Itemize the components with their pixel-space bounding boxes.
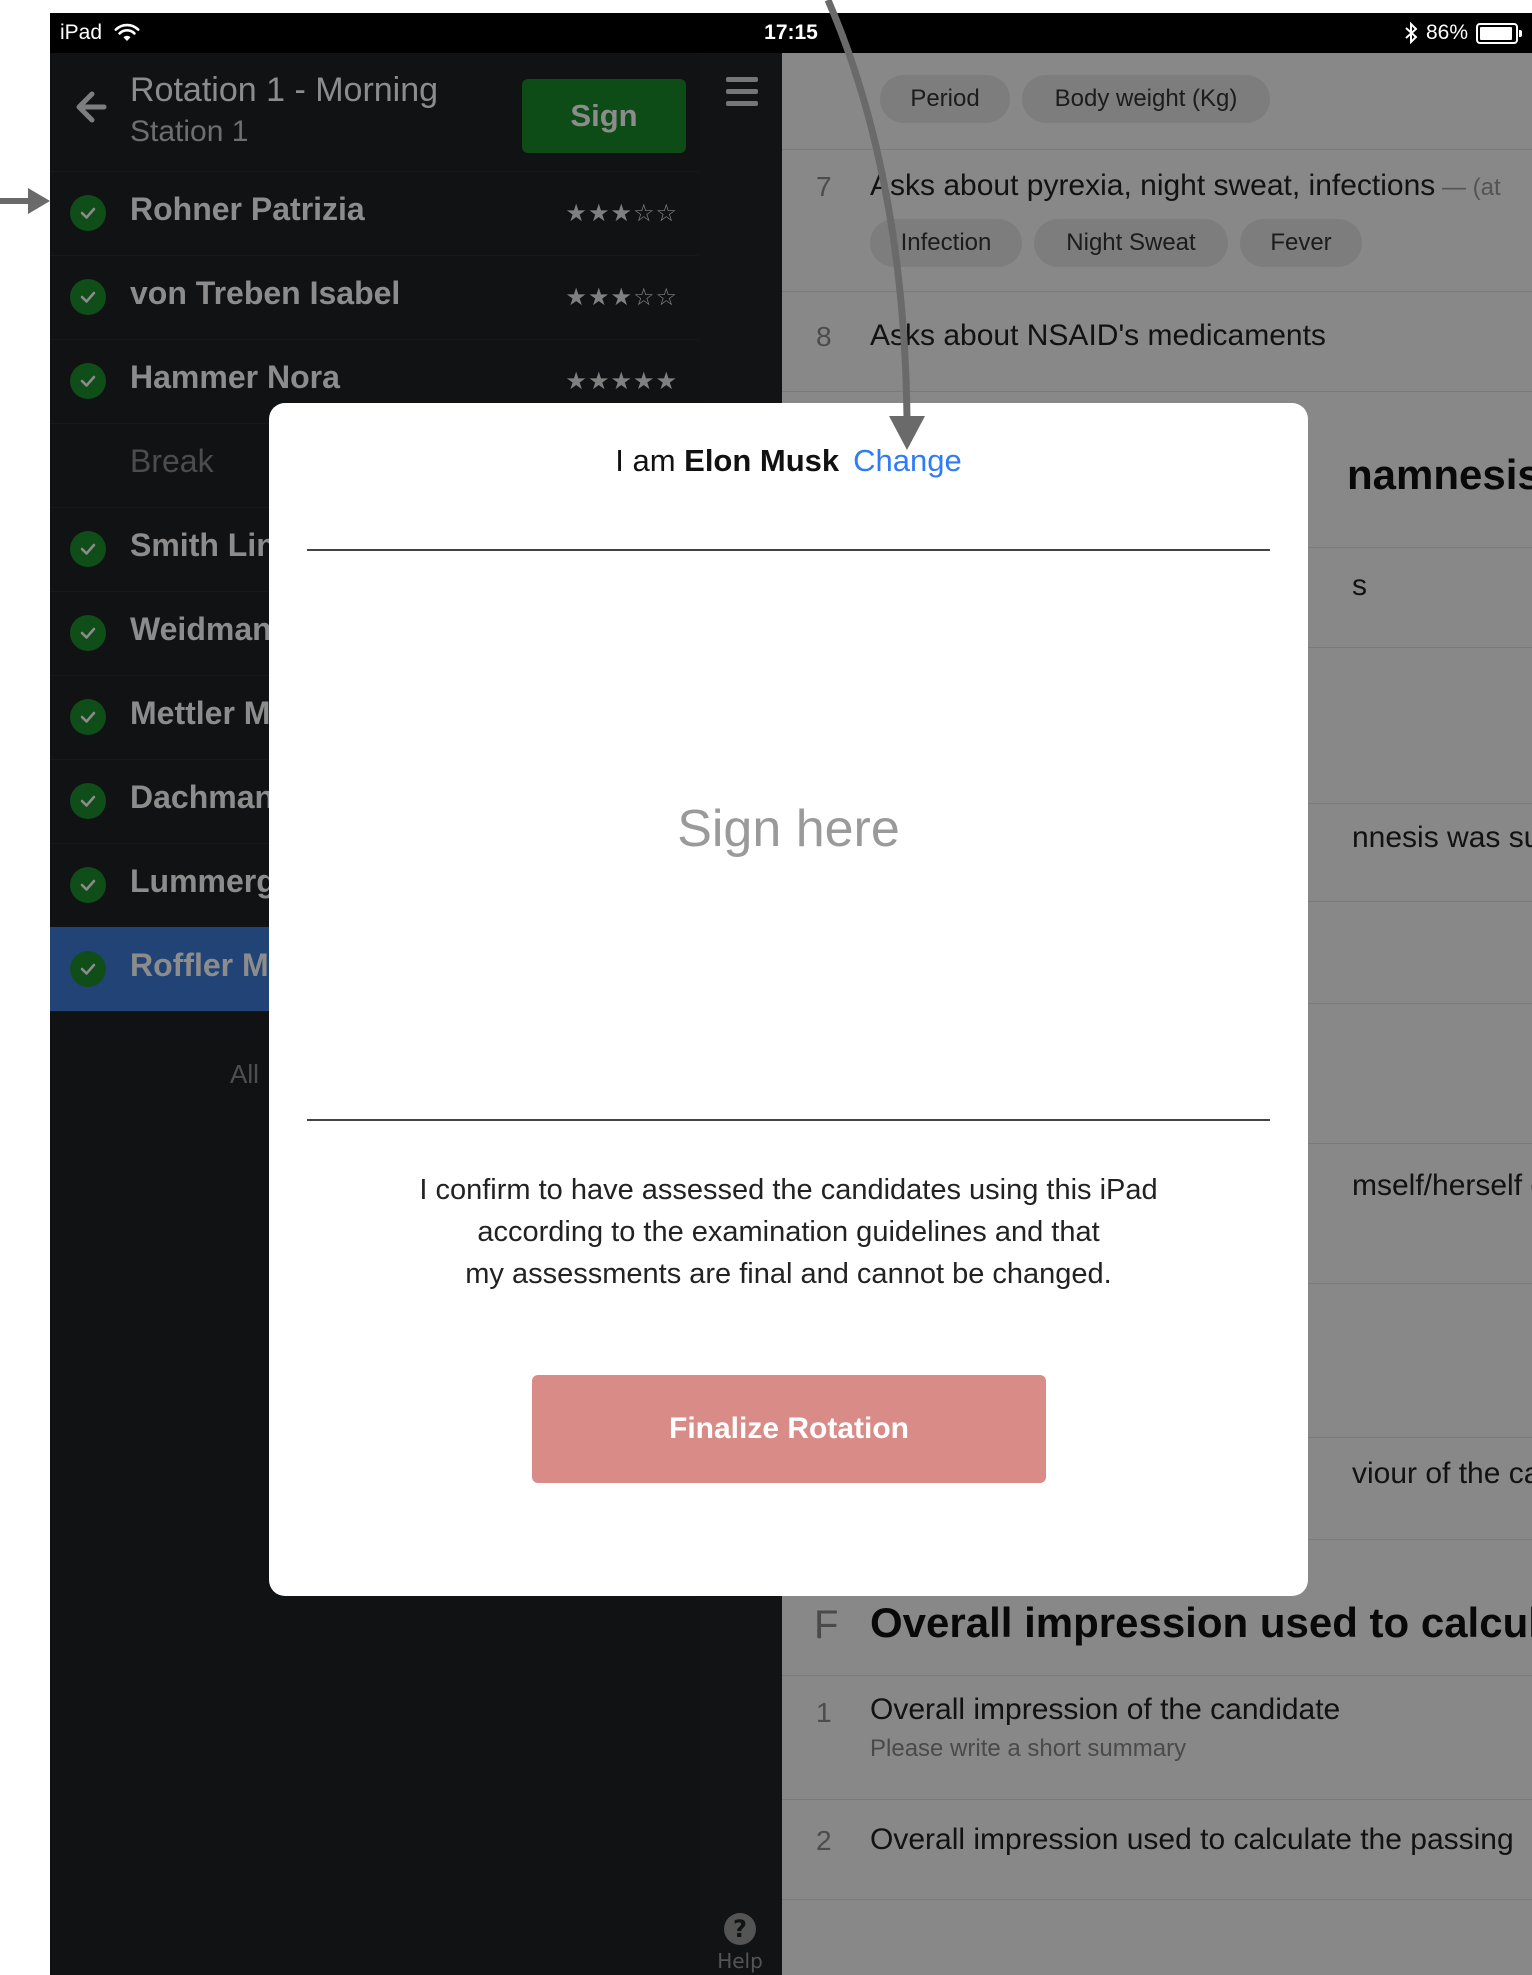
divider (307, 1119, 1270, 1121)
bluetooth-icon (1405, 22, 1418, 44)
change-signer-link[interactable]: Change (853, 443, 962, 478)
signature-placeholder: Sign here (677, 800, 900, 858)
sign-dialog: I am Elon Musk Change Sign here I confirm… (269, 403, 1308, 1596)
arrow-right-icon (28, 188, 50, 214)
battery-icon (1476, 22, 1522, 44)
ipad-screen: iPad 17:15 86% Rotation 1 - Morning Stat… (50, 13, 1532, 1975)
clock: 17:15 (764, 21, 818, 44)
signer-name: Elon Musk (684, 443, 840, 478)
confirmation-text: I confirm to have assessed the candidate… (419, 1174, 1158, 1290)
battery-percent: 86% (1425, 21, 1468, 44)
signer-line: I am Elon Musk Change (615, 443, 962, 478)
status-bar: iPad 17:15 86% (50, 13, 1532, 53)
finalize-rotation-button[interactable]: Finalize Rotation (532, 1375, 1046, 1483)
